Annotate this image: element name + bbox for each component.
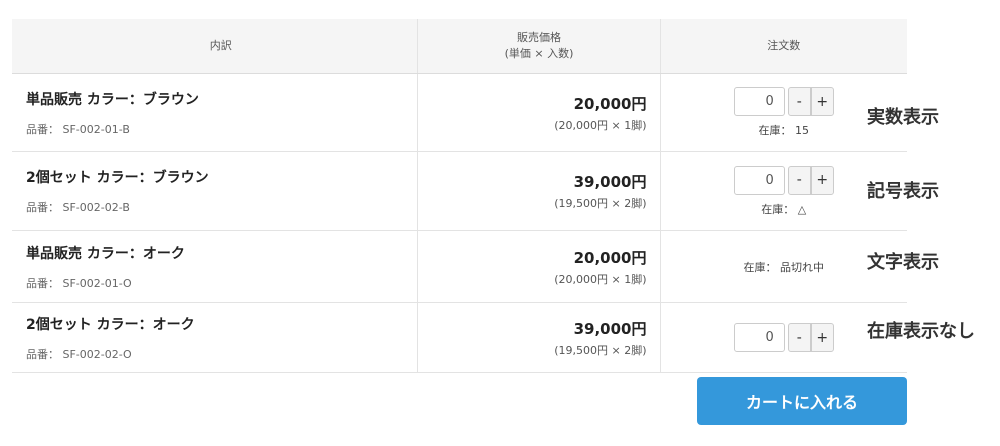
- header-price-label: 販売価格: [517, 31, 561, 44]
- product-name: 単品販売 カラー：ブラウン: [26, 91, 199, 108]
- price: 39,000円: [573, 173, 647, 191]
- product-name: 2個セット カラー：オーク: [26, 316, 195, 333]
- quantity-input[interactable]: [733, 87, 785, 116]
- product-sku: 品番： SF-002-02-B: [26, 201, 130, 214]
- header-quantity: 注文数: [660, 19, 907, 74]
- table-row: 2個セット カラー：オーク 品番： SF-002-02-O 39,000円 (1…: [12, 302, 907, 373]
- product-sku: 品番： SF-002-01-B: [26, 122, 130, 136]
- quantity-stepper: - +: [733, 87, 834, 116]
- unit-price: (19,500円 × 2脚): [554, 343, 647, 357]
- annotation-no-stock-display: 在庫表示なし: [867, 321, 975, 342]
- quantity-input[interactable]: [733, 323, 785, 352]
- decrement-button[interactable]: -: [787, 87, 811, 116]
- increment-button[interactable]: +: [810, 87, 834, 116]
- annotation-text-display: 文字表示: [867, 252, 939, 273]
- product-variant-table: 内訳 販売価格 (単価 × 入数) 注文数 単品販売 カラー：ブラウン 品番： …: [12, 19, 907, 373]
- table-row: 単品販売 カラー：ブラウン 品番： SF-002-01-B 20,000円 (2…: [12, 73, 907, 152]
- price-cell: 20,000円 (20,000円 × 1脚): [417, 73, 661, 152]
- price-cell: 20,000円 (20,000円 × 1脚): [417, 230, 661, 303]
- table-row: 2個セット カラー：ブラウン 品番： SF-002-02-B 39,000円 (…: [12, 151, 907, 231]
- quantity-stepper: - +: [733, 323, 834, 352]
- unit-price: (20,000円 × 1脚): [554, 272, 647, 286]
- price: 39,000円: [573, 319, 647, 338]
- product-sku: 品番： SF-002-02-O: [26, 347, 132, 361]
- quantity-stepper: - +: [733, 165, 834, 195]
- annotation-numeric-display: 実数表示: [867, 107, 939, 128]
- product-name: 単品販売 カラー：オーク: [26, 245, 185, 262]
- detail-cell: 2個セット カラー：オーク 品番： SF-002-02-O: [12, 302, 418, 373]
- price: 20,000円: [573, 248, 647, 267]
- unit-price: (19,500円 × 2脚): [554, 197, 647, 210]
- detail-cell: 単品販売 カラー：オーク 品番： SF-002-01-O: [12, 230, 418, 303]
- detail-cell: 単品販売 カラー：ブラウン 品番： SF-002-01-B: [12, 73, 418, 152]
- decrement-button[interactable]: -: [787, 165, 811, 195]
- unit-price: (20,000円 × 1脚): [554, 118, 647, 132]
- header-detail: 内訳: [12, 19, 418, 74]
- product-sku: 品番： SF-002-01-O: [26, 276, 132, 290]
- price-cell: 39,000円 (19,500円 × 2脚): [417, 151, 661, 231]
- detail-cell: 2個セット カラー：ブラウン 品番： SF-002-02-B: [12, 151, 418, 231]
- price-cell: 39,000円 (19,500円 × 2脚): [417, 302, 661, 373]
- header-price: 販売価格 (単価 × 入数): [417, 19, 661, 74]
- quantity-input[interactable]: [733, 165, 785, 195]
- add-to-cart-button[interactable]: カートに入れる: [697, 377, 907, 425]
- annotation-symbol-display: 記号表示: [867, 181, 939, 202]
- product-name: 2個セット カラー：ブラウン: [26, 170, 209, 186]
- header-price-sub: (単価 × 入数): [504, 47, 574, 60]
- table-header-row: 内訳 販売価格 (単価 × 入数) 注文数: [12, 19, 907, 74]
- table-row: 単品販売 カラー：オーク 品番： SF-002-01-O 20,000円 (20…: [12, 230, 907, 303]
- price: 20,000円: [573, 94, 647, 113]
- increment-button[interactable]: +: [810, 323, 834, 352]
- decrement-button[interactable]: -: [787, 323, 811, 352]
- increment-button[interactable]: +: [810, 165, 834, 195]
